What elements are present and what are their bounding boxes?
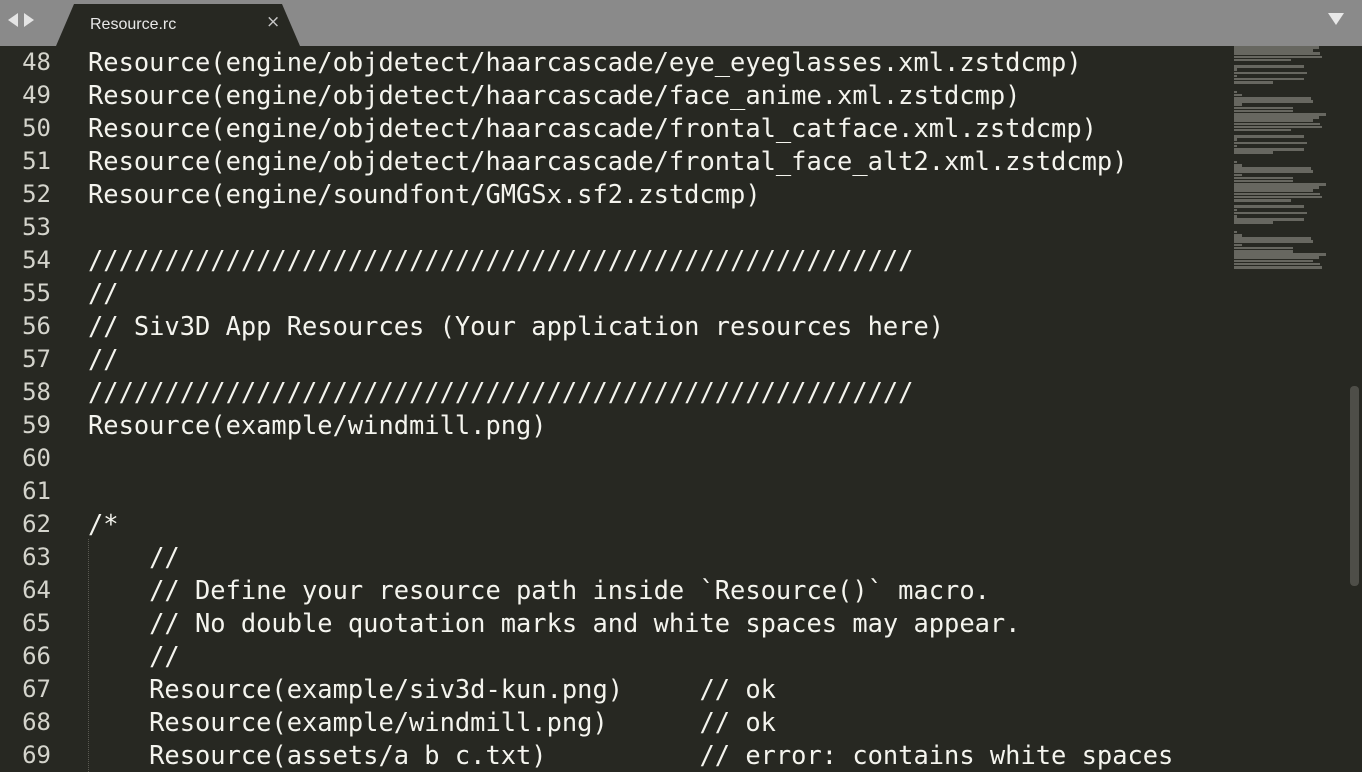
minimap-line [1234, 65, 1305, 68]
code-line[interactable]: Resource(engine/objdetect/haarcascade/fr… [88, 112, 1228, 145]
code-line[interactable]: ////////////////////////////////////////… [88, 244, 1228, 277]
line-number: 66 [22, 642, 51, 670]
minimap-line [1234, 170, 1314, 173]
line-number: 53 [22, 213, 51, 241]
minimap-line [1234, 71, 1307, 75]
code-line[interactable]: Resource(assets/a b c.txt) // error: con… [88, 739, 1228, 772]
minimap-line [1234, 265, 1323, 269]
code-area[interactable]: Resource(engine/objdetect/haarcascade/ey… [88, 46, 1228, 772]
line-number: 51 [22, 147, 51, 175]
minimap-line [1234, 151, 1273, 154]
code-line[interactable]: // Define your resource path inside `Res… [88, 574, 1228, 607]
code-line[interactable]: Resource(engine/objdetect/haarcascade/ey… [88, 46, 1228, 79]
triangle-down-icon[interactable] [1328, 13, 1344, 25]
minimap-line [1234, 199, 1292, 202]
minimap-line [1234, 221, 1273, 224]
line-number: 57 [22, 345, 51, 373]
scrollbar-thumb[interactable] [1350, 386, 1359, 586]
minimap-line [1234, 211, 1307, 215]
vertical-scrollbar[interactable] [1348, 46, 1362, 772]
line-number: 52 [22, 180, 51, 208]
minimap-line [1234, 100, 1314, 103]
line-number: 48 [22, 48, 51, 76]
tab-title: Resource.rc [90, 16, 177, 33]
minimap[interactable] [1234, 46, 1344, 286]
code-line[interactable]: // Siv3D App Resources (Your application… [88, 310, 1228, 343]
minimap-line [1234, 135, 1305, 138]
line-number: 56 [22, 312, 51, 340]
code-line[interactable]: Resource(engine/objdetect/haarcascade/fa… [88, 79, 1228, 112]
code-editor[interactable]: 48 49 50 51 52 53 54 55 56 57 58 59 60 61 62 63 64 65 66 67… [0, 46, 1362, 772]
line-number: 55 [22, 279, 51, 307]
close-icon[interactable]: × [266, 12, 280, 32]
code-line[interactable]: Resource(example/siv3d-kun.png) // ok [88, 673, 1228, 706]
code-line[interactable]: // [88, 640, 1228, 673]
code-line[interactable] [88, 475, 1228, 508]
line-number: 59 [22, 411, 51, 439]
line-number: 61 [22, 477, 51, 505]
code-line[interactable]: // No double quotation marks and white s… [88, 607, 1228, 640]
line-number: 50 [22, 114, 51, 142]
chevron-left-icon[interactable] [8, 13, 18, 27]
chevron-right-icon[interactable] [24, 13, 34, 27]
tab-resource-rc[interactable]: Resource.rc × [56, 4, 300, 46]
code-line[interactable]: Resource(engine/objdetect/haarcascade/fr… [88, 145, 1228, 178]
tab-bar: Resource.rc × [0, 0, 1362, 46]
code-line[interactable]: ////////////////////////////////////////… [88, 376, 1228, 409]
line-number: 69 [22, 741, 51, 769]
line-number: 63 [22, 543, 51, 571]
line-number: 67 [22, 675, 51, 703]
line-number: 49 [22, 81, 51, 109]
code-line[interactable]: // [88, 343, 1228, 376]
minimap-line [1234, 205, 1305, 208]
minimap-line [1234, 58, 1292, 62]
code-line[interactable]: // [88, 541, 1228, 574]
line-number: 62 [22, 510, 51, 538]
minimap-line [1234, 81, 1273, 84]
minimap-line [1234, 240, 1314, 244]
minimap-line [1234, 128, 1292, 132]
tab-navigation [8, 10, 34, 30]
line-number-gutter: 48 49 50 51 52 53 54 55 56 57 58 59 60 61 62 63 64 65 66 67… [0, 46, 60, 772]
code-line[interactable] [88, 442, 1228, 475]
line-number: 64 [22, 576, 51, 604]
code-line[interactable]: /* [88, 508, 1228, 541]
minimap-line [1234, 141, 1307, 145]
line-number: 60 [22, 444, 51, 472]
line-number: 65 [22, 609, 51, 637]
indent-guide [88, 539, 89, 772]
code-line[interactable]: Resource(example/windmill.png) [88, 409, 1228, 442]
line-number: 54 [22, 246, 51, 274]
code-line[interactable] [88, 211, 1228, 244]
line-number: 68 [22, 708, 51, 736]
line-number: 58 [22, 378, 51, 406]
code-line[interactable]: Resource(example/windmill.png) // ok [88, 706, 1228, 739]
editor-window: Resource.rc × 48 49 50 51 52 53 54 55 56 57 58 59 60… [0, 0, 1362, 772]
code-line[interactable]: // [88, 277, 1228, 310]
code-line[interactable]: Resource(engine/soundfont/GMGSx.sf2.zstd… [88, 178, 1228, 211]
